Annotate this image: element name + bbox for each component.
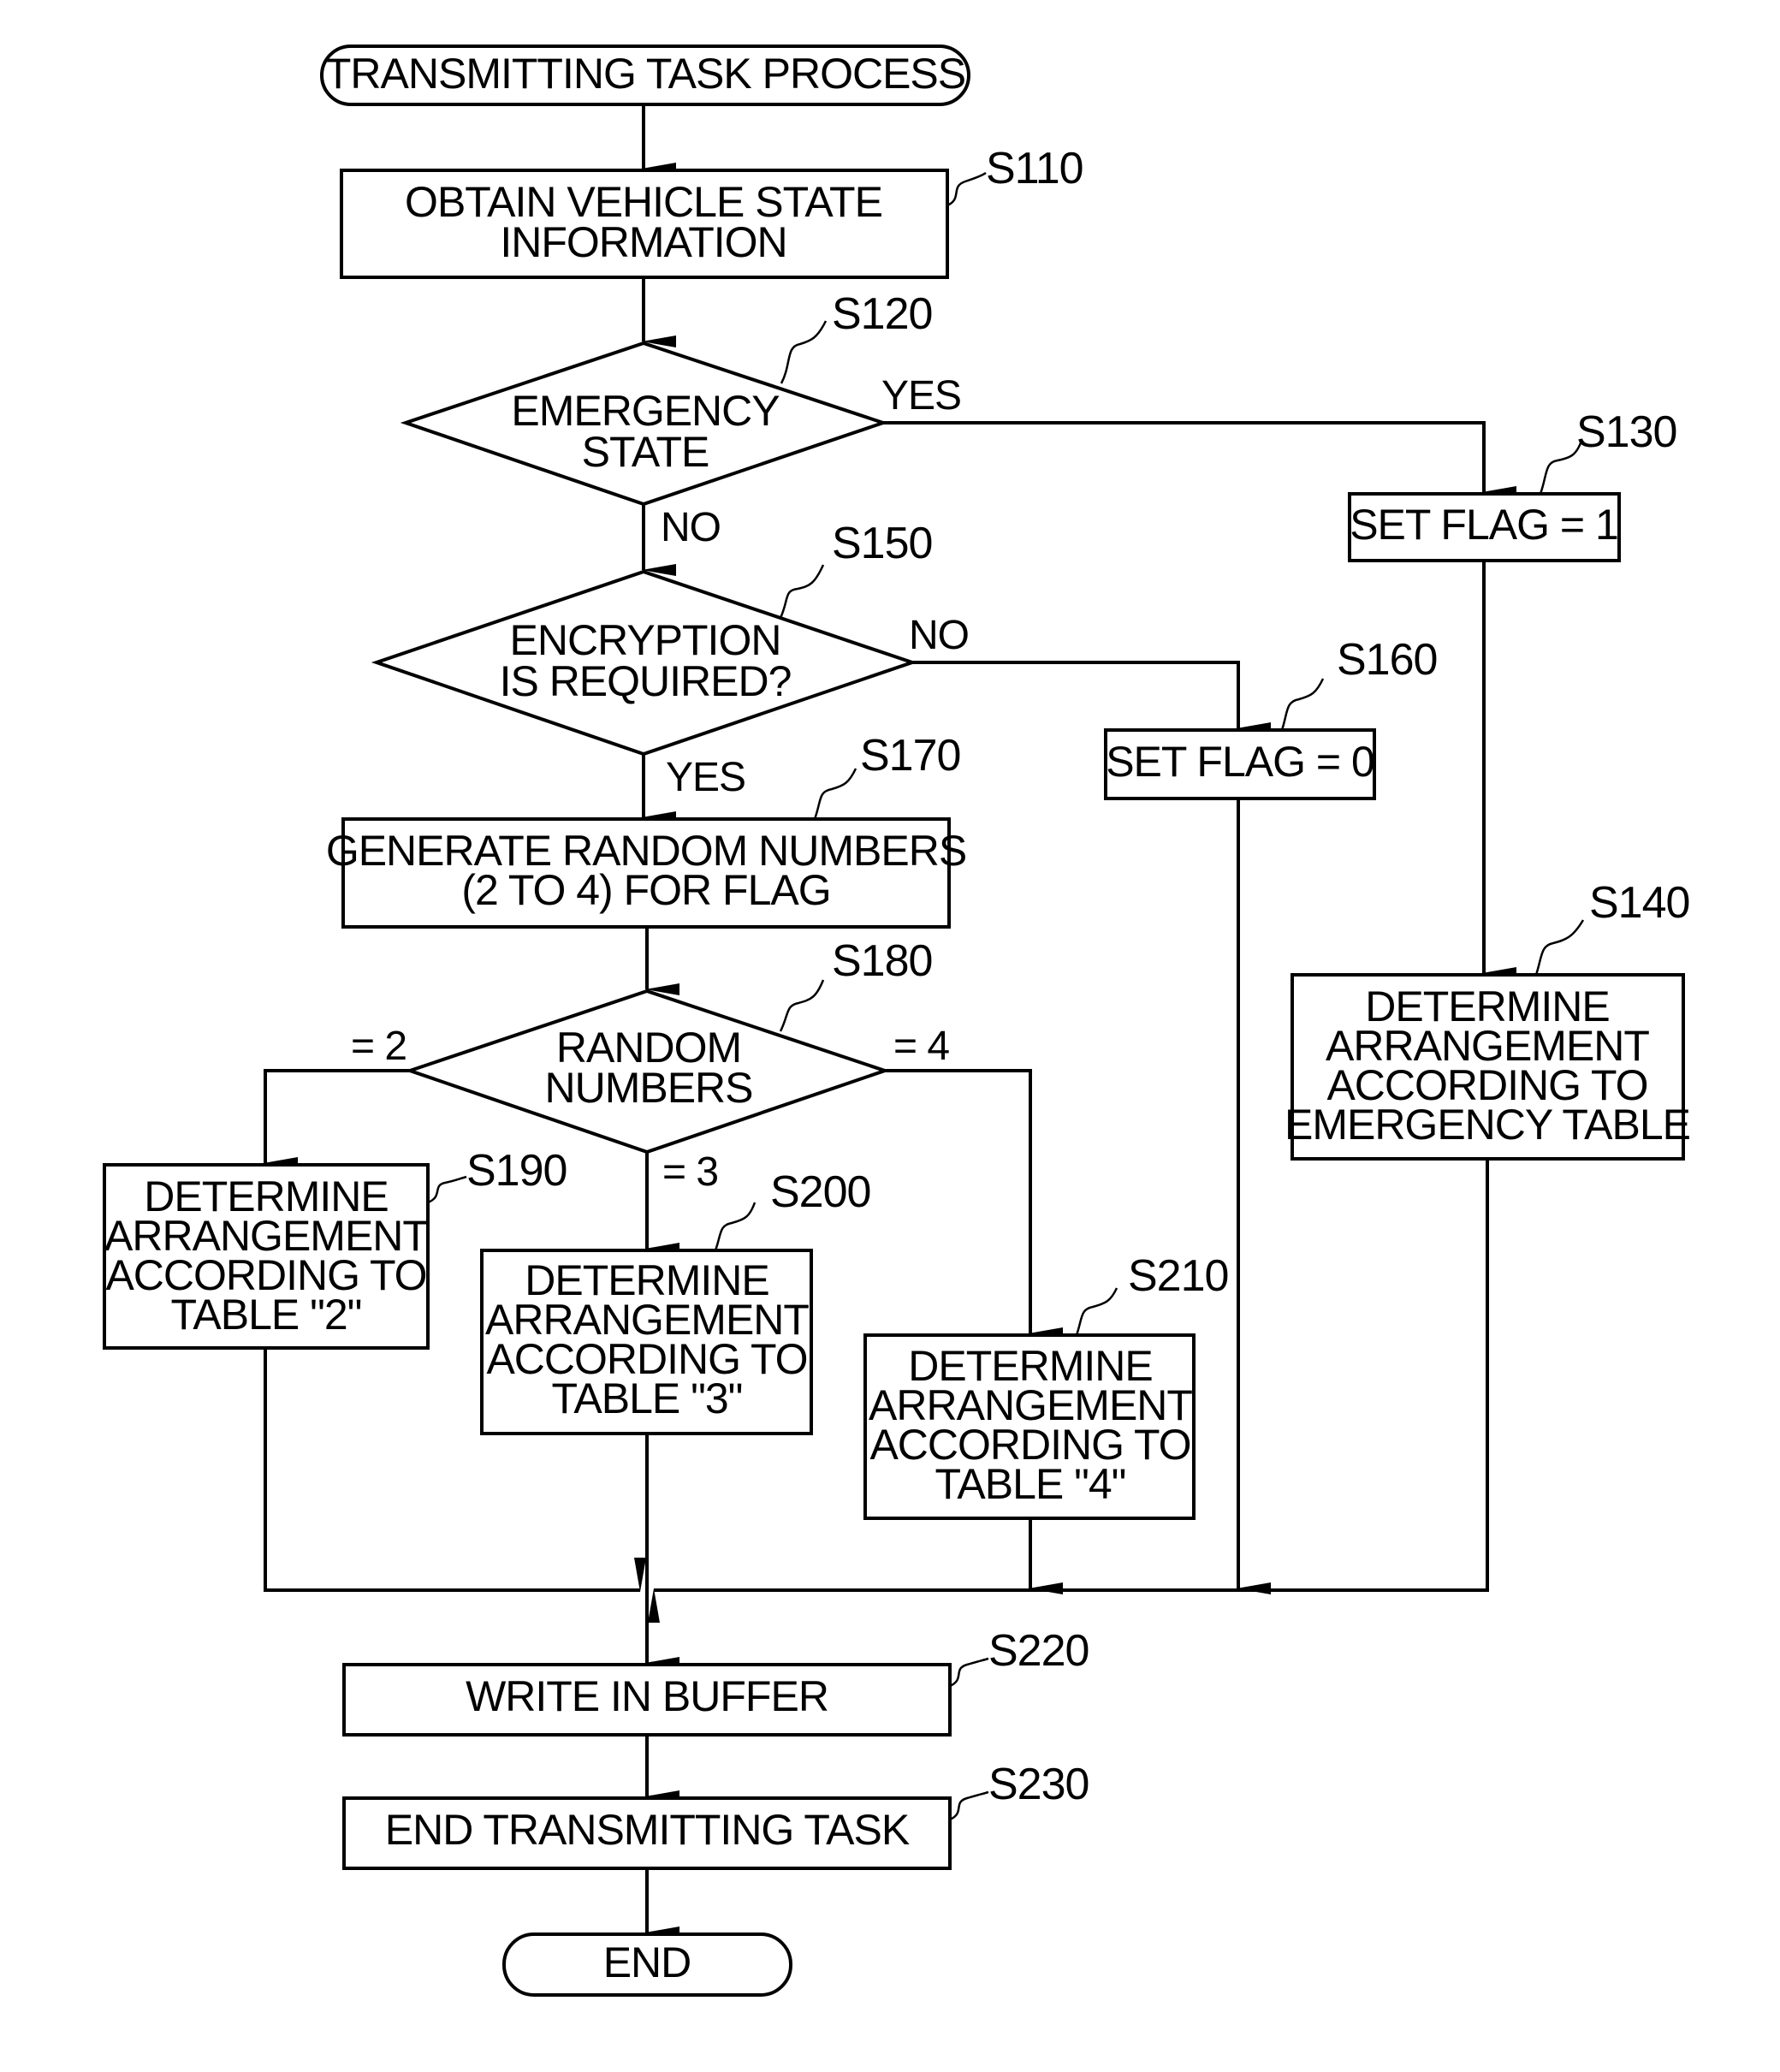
s150-yes-label: YES	[666, 755, 745, 800]
s190-step-id: S190	[466, 1146, 567, 1196]
s180-leader	[779, 979, 825, 1032]
s210-line-4: TABLE "4"	[935, 1460, 1126, 1508]
decision-s120: EMERGENCY STATE S120	[400, 289, 933, 507]
start-label: TRANSMITTING TASK PROCESS	[325, 50, 965, 98]
s200-leader	[714, 1202, 756, 1251]
s180-step-id: S180	[832, 936, 932, 986]
s150-step-id: S150	[832, 519, 932, 568]
s170-leader	[813, 768, 857, 820]
s220-step-id: S220	[988, 1626, 1089, 1676]
s130-leader	[1539, 440, 1583, 495]
s130-line-1: SET FLAG = 1	[1350, 501, 1618, 549]
s170-line-2: (2 TO 4) FOR FLAG	[461, 866, 830, 914]
process-s200: DETERMINE ARRANGEMENT ACCORDING TO TABLE…	[480, 1167, 871, 1435]
s180-eq4-label: = 4	[893, 1024, 949, 1069]
s210-step-id: S210	[1128, 1251, 1228, 1301]
s210-leader	[1075, 1287, 1118, 1336]
s120-leader	[780, 320, 828, 384]
process-s230: END TRANSMITTING TASK S230	[342, 1760, 1089, 1870]
arrow-s180-eq2-to-s190	[264, 1069, 410, 1169]
process-s170: GENERATE RANDOM NUMBERS (2 TO 4) FOR FLA…	[326, 731, 967, 929]
process-s220: WRITE IN BUFFER S220	[342, 1626, 1089, 1737]
s120-no-label: NO	[661, 505, 721, 550]
s110-step-id: S110	[986, 144, 1083, 193]
s230-line-1: END TRANSMITTING TASK	[385, 1806, 910, 1854]
s120-step-id: S120	[832, 289, 932, 339]
s230-leader	[949, 1790, 989, 1821]
s180-eq2-label: = 2	[351, 1024, 406, 1069]
s180-line-2: NUMBERS	[544, 1064, 752, 1112]
process-s160: SET FLAG = 0 S160	[1104, 635, 1438, 800]
decision-s180: RANDOM NUMBERS S180	[404, 936, 933, 1155]
s190-leader	[427, 1175, 467, 1204]
s220-line-1: WRITE IN BUFFER	[466, 1672, 828, 1720]
s230-step-id: S230	[988, 1760, 1089, 1809]
start-terminal: TRANSMITTING TASK PROCESS	[320, 45, 970, 106]
s160-step-id: S160	[1337, 635, 1437, 685]
s160-leader	[1280, 678, 1325, 731]
arrow-s120-yes-to-s130	[883, 421, 1516, 498]
s170-step-id: S170	[860, 731, 960, 781]
s130-step-id: S130	[1576, 407, 1676, 457]
s120-yes-label: YES	[881, 373, 961, 419]
process-s210: DETERMINE ARRANGEMENT ACCORDING TO TABLE…	[863, 1251, 1229, 1520]
s140-step-id: S140	[1589, 878, 1689, 928]
s150-no-label: NO	[909, 613, 969, 658]
s220-leader	[949, 1657, 989, 1688]
flowchart: TRANSMITTING TASK PROCESS OBTAIN VEHICLE…	[103, 45, 1691, 1997]
s140-leader	[1534, 919, 1585, 976]
s150-line-2: IS REQUIRED?	[500, 657, 792, 705]
s140-line-4: EMERGENCY TABLE	[1285, 1101, 1690, 1149]
s150-leader	[779, 564, 825, 619]
s160-line-1: SET FLAG = 0	[1106, 738, 1374, 786]
s200-step-id: S200	[770, 1167, 870, 1217]
end-label: END	[603, 1938, 691, 1986]
end-terminal: END	[502, 1932, 792, 1997]
process-s130: SET FLAG = 1 S130	[1348, 407, 1677, 562]
s110-line-2: INFORMATION	[500, 218, 786, 266]
arrow-s150-no-to-s160	[912, 661, 1271, 734]
process-s110: OBTAIN VEHICLE STATE INFORMATION S110	[340, 144, 1084, 279]
decision-s150: ENCRYPTION IS REQUIRED? S150	[371, 519, 933, 757]
s190-line-4: TABLE "2"	[171, 1291, 362, 1339]
s110-leader	[946, 171, 987, 207]
arrow-s180-eq4-to-s210	[885, 1069, 1063, 1339]
s120-line-2: STATE	[582, 428, 709, 476]
s180-eq3-label: = 3	[662, 1149, 718, 1195]
s200-line-4: TABLE "3"	[552, 1374, 743, 1422]
process-s140: DETERMINE ARRANGEMENT ACCORDING TO EMERG…	[1285, 878, 1691, 1161]
